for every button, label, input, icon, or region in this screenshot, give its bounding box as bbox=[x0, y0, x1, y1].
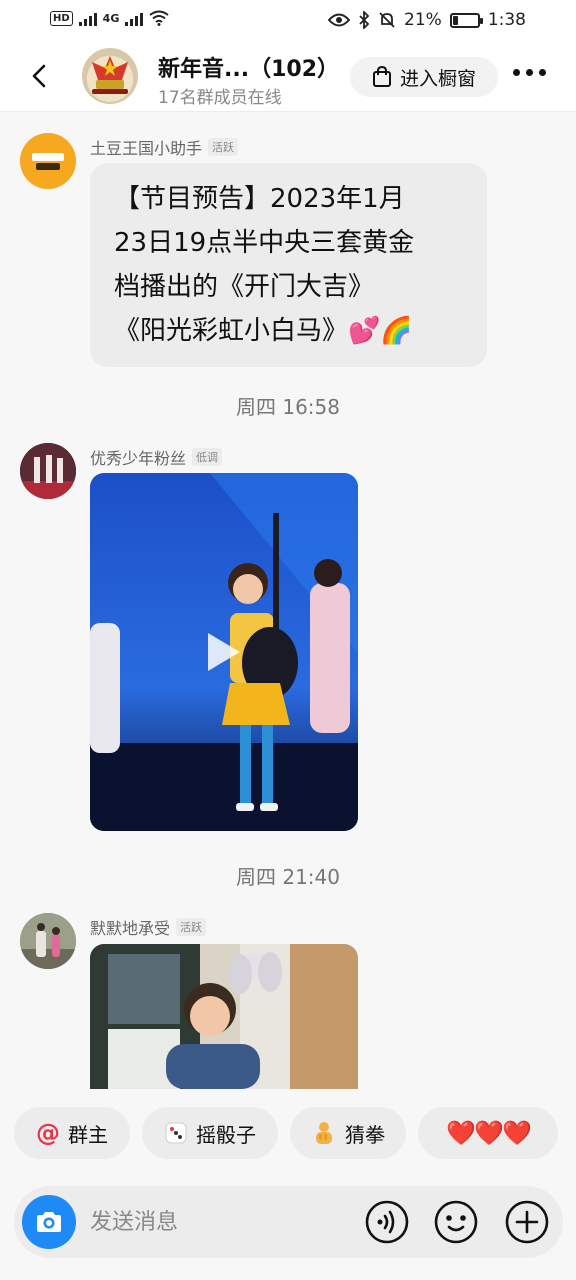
camera-icon bbox=[37, 1212, 61, 1232]
message-input[interactable] bbox=[90, 1206, 350, 1238]
enter-shop-button[interactable]: 进入橱窗 bbox=[350, 57, 498, 97]
message-line: 档播出的《开门大吉》 bbox=[114, 272, 375, 302]
family-photo-avatar bbox=[20, 913, 76, 969]
dice-icon bbox=[165, 1122, 187, 1144]
voice-message-icon[interactable] bbox=[364, 1199, 410, 1245]
sender-name: 默默地承受 bbox=[90, 919, 171, 938]
wifi-icon bbox=[149, 10, 169, 26]
chat-header: 新年音...（102） 17名群成员在线 进入橱窗 bbox=[0, 42, 576, 112]
activity-tag: 活跃 bbox=[176, 918, 207, 936]
potato-kingdom-logo-icon bbox=[20, 133, 76, 189]
play-icon[interactable] bbox=[206, 631, 242, 673]
sender-name: 优秀少年粉丝 bbox=[90, 449, 187, 468]
quick-reply-rock-paper-scissors[interactable]: 猜拳 bbox=[290, 1107, 406, 1159]
message-sender: 土豆王国小助手 活跃 bbox=[90, 135, 239, 159]
signal-icon bbox=[78, 10, 97, 26]
message-line: 《阳光彩虹小白马》💕🌈 bbox=[114, 316, 413, 346]
add-icon[interactable] bbox=[504, 1199, 550, 1245]
online-member-count: 17名群成员在线 bbox=[158, 88, 282, 108]
quick-reply-hearts[interactable]: ❤️❤️❤️ bbox=[418, 1107, 558, 1159]
image-message[interactable] bbox=[90, 944, 358, 1089]
bluetooth-icon bbox=[359, 11, 370, 29]
signal-icon-2 bbox=[125, 10, 144, 26]
timestamp: 周四 16:58 bbox=[236, 395, 340, 419]
sender-avatar[interactable] bbox=[20, 133, 76, 189]
battery-icon bbox=[449, 12, 483, 28]
message-line: 【节目预告】2023年1月 bbox=[114, 184, 405, 214]
message-input-bar bbox=[14, 1186, 563, 1258]
chat-message-list[interactable]: 土豆王国小助手 活跃 【节目预告】2023年1月 23日19点半中央三套黄金 档… bbox=[0, 113, 576, 1089]
emoji-icon[interactable] bbox=[433, 1199, 479, 1245]
shopping-bag-icon bbox=[372, 66, 391, 87]
stage-photo-avatar bbox=[20, 443, 76, 499]
message-bubble[interactable]: 【节目预告】2023年1月 23日19点半中央三套黄金 档播出的《开门大吉》 《… bbox=[90, 163, 487, 367]
enter-shop-label: 进入橱窗 bbox=[399, 67, 476, 90]
battery-percent: 21% bbox=[404, 10, 442, 30]
timestamp: 周四 21:40 bbox=[236, 865, 340, 889]
at-icon: @ bbox=[36, 1119, 60, 1147]
status-bar-left: HD 4G bbox=[50, 10, 169, 26]
quick-reply-bar: @ 群主 摇骰子 猜拳 ❤️❤️❤️ bbox=[14, 1107, 576, 1159]
camera-button[interactable] bbox=[22, 1195, 76, 1249]
quick-reply-dice[interactable]: 摇骰子 bbox=[142, 1107, 278, 1159]
activity-tag: 低调 bbox=[192, 448, 223, 466]
crown-logo-icon bbox=[92, 56, 128, 94]
sender-avatar[interactable] bbox=[20, 913, 76, 969]
rock-paper-scissors-icon bbox=[316, 1122, 332, 1144]
message-line: 23日19点半中央三套黄金 bbox=[114, 228, 415, 258]
status-bar-right: 21% 1:38 bbox=[328, 10, 526, 30]
video-message[interactable] bbox=[90, 473, 358, 831]
eye-icon bbox=[328, 13, 351, 27]
quick-reply-label: 猜拳 bbox=[345, 1122, 385, 1147]
quick-reply-label: 群主 bbox=[68, 1122, 108, 1147]
status-bar: HD 4G 21% 1:38 bbox=[0, 0, 576, 42]
group-avatar[interactable] bbox=[82, 48, 138, 104]
message-sender: 优秀少年粉丝 低调 bbox=[90, 445, 223, 469]
quick-reply-at-owner[interactable]: @ 群主 bbox=[14, 1107, 130, 1159]
quick-reply-label: 摇骰子 bbox=[196, 1122, 256, 1147]
mute-bell-icon bbox=[379, 12, 395, 28]
clock: 1:38 bbox=[487, 10, 526, 30]
hd-indicator: HD bbox=[50, 10, 73, 26]
sender-avatar[interactable] bbox=[20, 443, 76, 499]
battery-fill bbox=[452, 15, 458, 25]
message-sender: 默默地承受 活跃 bbox=[90, 915, 207, 939]
network-type: 4G bbox=[102, 11, 120, 25]
more-options-icon[interactable] bbox=[513, 69, 546, 76]
group-name[interactable]: 新年音...（102） bbox=[158, 51, 339, 83]
back-arrow-icon[interactable] bbox=[26, 62, 54, 90]
child-photo bbox=[90, 944, 358, 1089]
hearts-icon: ❤️❤️❤️ bbox=[446, 1119, 532, 1147]
sender-name: 土豆王国小助手 bbox=[90, 139, 203, 158]
activity-tag: 活跃 bbox=[208, 138, 239, 156]
